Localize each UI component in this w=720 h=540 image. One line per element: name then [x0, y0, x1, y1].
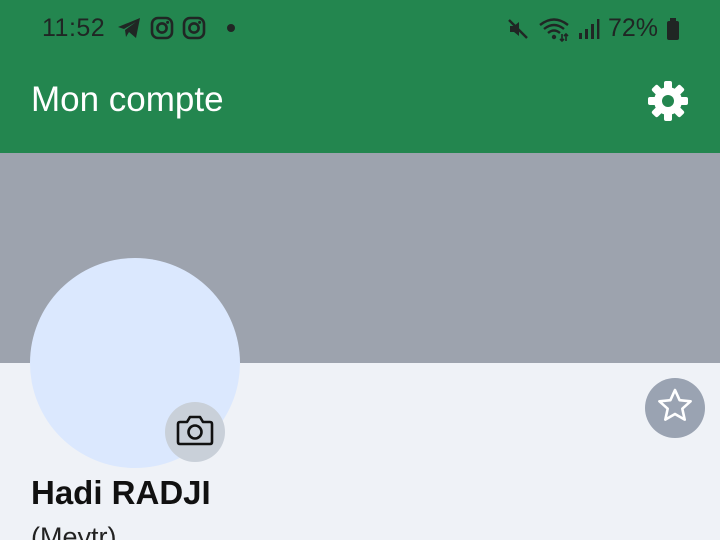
- wifi-icon: [538, 16, 570, 42]
- settings-button[interactable]: [644, 79, 692, 127]
- notification-icons: [116, 16, 236, 40]
- favorite-button[interactable]: [645, 378, 705, 438]
- screen: 11:52 72% Mon compte Hadi RADJI (Meytr): [0, 0, 720, 540]
- instagram-icon: [150, 16, 174, 40]
- system-status: 72%: [506, 14, 680, 43]
- app-bar: Mon compte: [0, 58, 720, 153]
- telegram-icon: [116, 16, 142, 40]
- battery-percentage: 72%: [607, 14, 658, 42]
- star-icon: [656, 387, 694, 430]
- status-bar: 11:52 72%: [0, 0, 720, 58]
- camera-icon: [175, 413, 215, 452]
- gear-icon: [646, 79, 690, 128]
- profile-name: Hadi RADJI: [31, 474, 211, 511]
- dot-icon: [226, 23, 236, 33]
- instagram-icon: [182, 16, 206, 40]
- page-title: Mon compte: [31, 80, 224, 119]
- signal-icon: [578, 17, 600, 41]
- battery-icon: [666, 17, 680, 41]
- status-time: 11:52: [42, 14, 106, 42]
- change-photo-button[interactable]: [165, 402, 225, 462]
- mute-icon: [506, 17, 530, 41]
- profile-role: (Meytr): [31, 522, 117, 540]
